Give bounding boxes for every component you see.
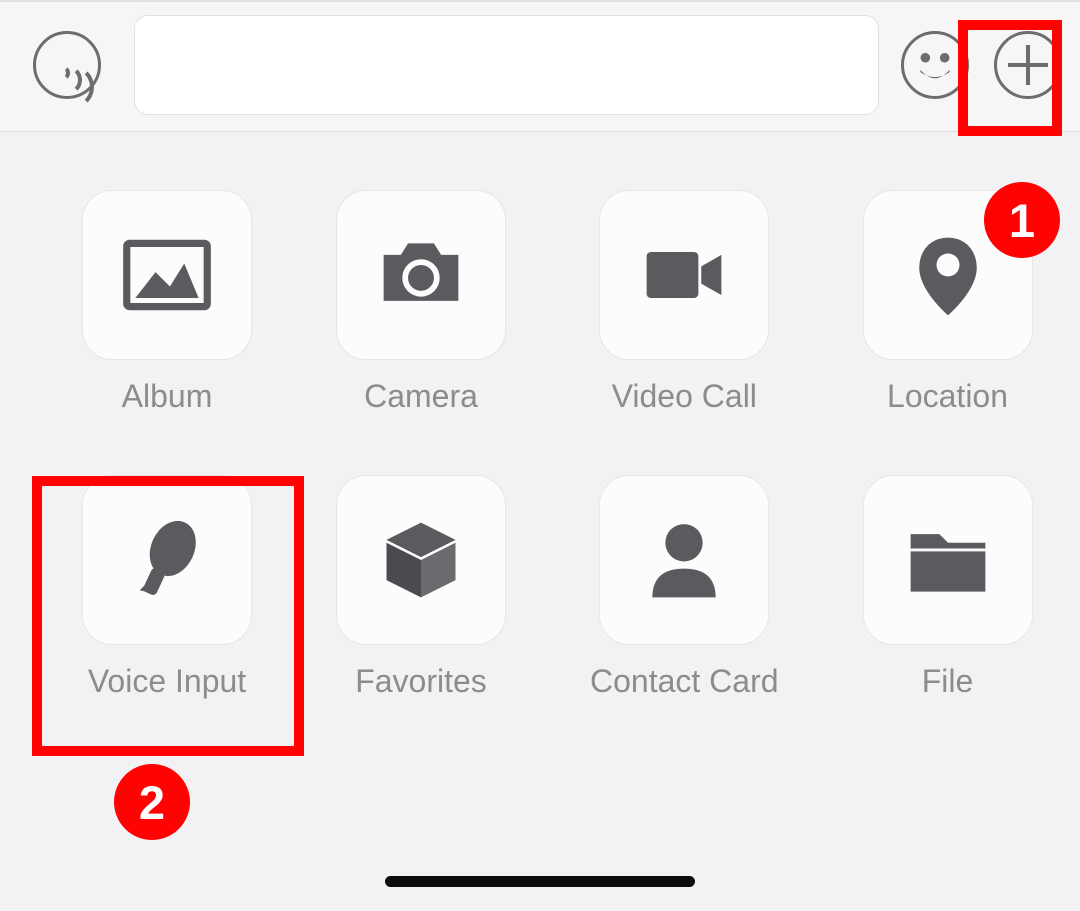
grid-item-videocall[interactable]: Video Call: [590, 190, 779, 415]
grid-label: Video Call: [612, 378, 757, 415]
grid-label: Contact Card: [590, 663, 779, 700]
grid-label: Album: [122, 378, 213, 415]
grid-item-file[interactable]: File: [863, 475, 1033, 700]
more-button[interactable]: [994, 31, 1062, 99]
mic-icon: [121, 514, 213, 606]
grid-label: Favorites: [355, 663, 487, 700]
annotation-badge-2: 2: [114, 764, 190, 840]
input-toolbar: [0, 0, 1080, 132]
photo-icon: [121, 229, 213, 321]
annotation-badge-1: 1: [984, 182, 1060, 258]
attachment-panel: Album Camera Video Call: [0, 132, 1080, 700]
grid-item-contactcard[interactable]: Contact Card: [590, 475, 779, 700]
person-icon: [638, 514, 730, 606]
message-input[interactable]: [134, 15, 879, 115]
cube-icon: [375, 514, 467, 606]
location-icon: [902, 229, 994, 321]
grid-label: Voice Input: [88, 663, 246, 700]
camera-icon: [375, 229, 467, 321]
folder-icon: [902, 514, 994, 606]
plus-icon: [1004, 41, 1052, 89]
voice-mode-button[interactable]: [33, 31, 101, 99]
home-indicator[interactable]: [385, 876, 695, 887]
grid-item-album[interactable]: Album: [82, 190, 252, 415]
grid-item-voiceinput[interactable]: Voice Input: [82, 475, 252, 700]
grid-label: Camera: [364, 378, 478, 415]
video-icon: [638, 229, 730, 321]
grid-item-favorites[interactable]: Favorites: [336, 475, 506, 700]
grid-item-camera[interactable]: Camera: [336, 190, 506, 415]
grid-label: File: [922, 663, 974, 700]
grid-label: Location: [887, 378, 1008, 415]
emoji-button[interactable]: [901, 31, 969, 99]
smiley-icon: [906, 36, 964, 94]
